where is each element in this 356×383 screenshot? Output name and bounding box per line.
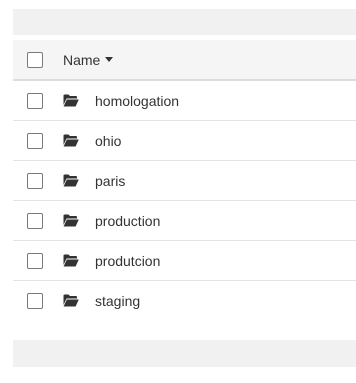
folder-open-icon: [63, 134, 79, 147]
table-header: Name: [13, 40, 356, 81]
bottom-toolbar: [13, 340, 356, 367]
table-row[interactable]: production: [13, 201, 356, 241]
folder-name-link[interactable]: ohio: [95, 133, 121, 149]
folder-open-icon: [63, 174, 79, 187]
name-column-header[interactable]: Name: [63, 51, 114, 68]
caret-down-icon: [105, 57, 114, 62]
name-column-label: Name: [63, 51, 101, 68]
folder-name-link[interactable]: production: [95, 213, 160, 229]
row-checkbox[interactable]: [27, 252, 43, 269]
folder-open-icon: [63, 214, 79, 227]
folder-name-link[interactable]: homologation: [95, 93, 179, 109]
folder-name-link[interactable]: produtcion: [95, 253, 160, 269]
folder-name-link[interactable]: paris: [95, 173, 125, 189]
folder-open-icon: [63, 294, 79, 307]
row-checkbox[interactable]: [27, 132, 43, 149]
table-row[interactable]: ohio: [13, 121, 356, 161]
row-checkbox[interactable]: [27, 292, 43, 309]
select-all-checkbox[interactable]: [27, 51, 43, 68]
folder-open-icon: [63, 94, 79, 107]
table-row[interactable]: paris: [13, 161, 356, 201]
row-checkbox[interactable]: [27, 172, 43, 189]
row-checkbox[interactable]: [27, 92, 43, 109]
table-row[interactable]: homologation: [13, 81, 356, 121]
folder-name-link[interactable]: staging: [95, 293, 140, 309]
folder-open-icon: [63, 254, 79, 267]
table-row[interactable]: staging: [13, 281, 356, 320]
file-table: Name homologation ohio paris production prod…: [13, 40, 356, 320]
table-body: homologation ohio paris production produtcio…: [13, 81, 356, 320]
row-checkbox[interactable]: [27, 212, 43, 229]
table-row[interactable]: produtcion: [13, 241, 356, 281]
top-toolbar: [13, 9, 356, 35]
